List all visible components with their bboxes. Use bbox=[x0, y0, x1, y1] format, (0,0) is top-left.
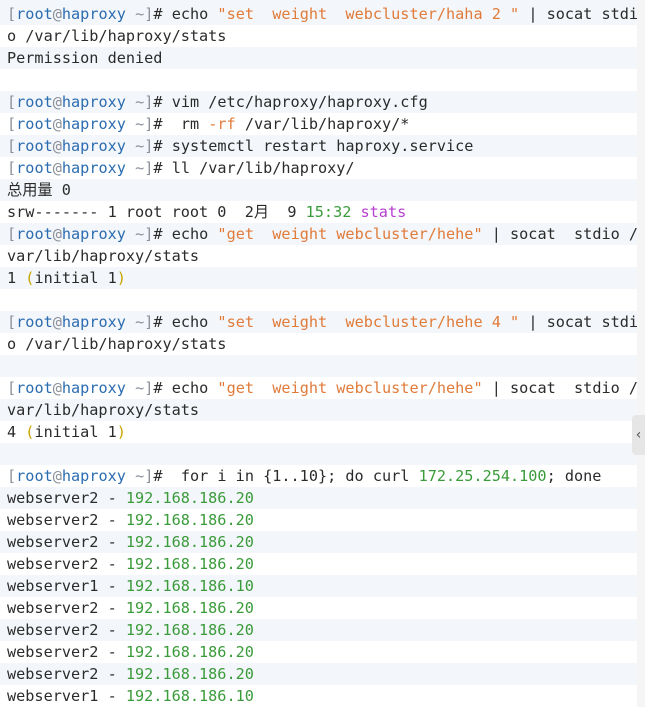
curl-output-row: webserver2 - 192.168.186.20 bbox=[0, 487, 637, 509]
chevron-left-icon: ‹ bbox=[635, 427, 642, 443]
terminal-line: o /var/lib/haproxy/stats bbox=[7, 335, 227, 353]
terminal-line: o /var/lib/haproxy/stats bbox=[7, 27, 227, 45]
terminal-line: [root@haproxy ~]# echo "get weight webcl… bbox=[7, 379, 637, 397]
vertical-scrollbar[interactable] bbox=[637, 0, 645, 707]
terminal-line: [root@haproxy ~]# rm -rf /var/lib/haprox… bbox=[7, 115, 410, 133]
curl-output-row: webserver2 - 192.168.186.20 bbox=[7, 599, 254, 617]
curl-output-row: webserver2 - 192.168.186.20 bbox=[0, 619, 637, 641]
terminal-line: Permission denied bbox=[0, 47, 637, 69]
curl-output-row: webserver2 - 192.168.186.20 bbox=[0, 531, 637, 553]
curl-output-row: webserver2 - 192.168.186.20 bbox=[7, 555, 254, 573]
terminal-line: var/lib/haproxy/stats bbox=[0, 399, 637, 421]
terminal-line: [root@haproxy ~]# echo "set weight webcl… bbox=[0, 3, 637, 25]
terminal-line-blank bbox=[0, 355, 637, 377]
terminal-line: 4 (initial 1) bbox=[7, 423, 126, 441]
curl-output-row: webserver1 - 192.168.186.10 bbox=[7, 687, 254, 705]
terminal-line: var/lib/haproxy/stats bbox=[7, 247, 200, 265]
terminal-line-blank bbox=[0, 443, 637, 465]
terminal-line: [root@haproxy ~]# echo "get weight webcl… bbox=[0, 223, 637, 245]
terminal-output[interactable]: [root@haproxy ~]# echo "set weight webcl… bbox=[0, 0, 637, 707]
terminal-line: [root@haproxy ~]# echo "set weight webcl… bbox=[0, 311, 637, 333]
terminal-line: [root@haproxy ~]# ll /var/lib/haproxy/ bbox=[7, 159, 355, 177]
terminal-line: [root@haproxy ~]# systemctl restart hapr… bbox=[0, 135, 637, 157]
curl-output-row: webserver2 - 192.168.186.20 bbox=[7, 643, 254, 661]
terminal-line: srw------- 1 root root 0 2月 9 15:32 stat… bbox=[7, 203, 407, 221]
curl-output-row: webserver2 - 192.168.186.20 bbox=[0, 663, 637, 685]
terminal-line: [root@haproxy ~]# vim /etc/haproxy/hapro… bbox=[0, 91, 637, 113]
terminal-line: 1 (initial 1) bbox=[0, 267, 637, 289]
side-panel-toggle[interactable]: ‹ bbox=[632, 415, 645, 455]
terminal-line: 总用量 0 bbox=[0, 179, 637, 201]
terminal-line: [root@haproxy ~]# for i in {1..10}; do c… bbox=[7, 467, 602, 485]
curl-output-row: webserver2 - 192.168.186.20 bbox=[7, 511, 254, 529]
curl-output-row: webserver1 - 192.168.186.10 bbox=[0, 575, 637, 597]
